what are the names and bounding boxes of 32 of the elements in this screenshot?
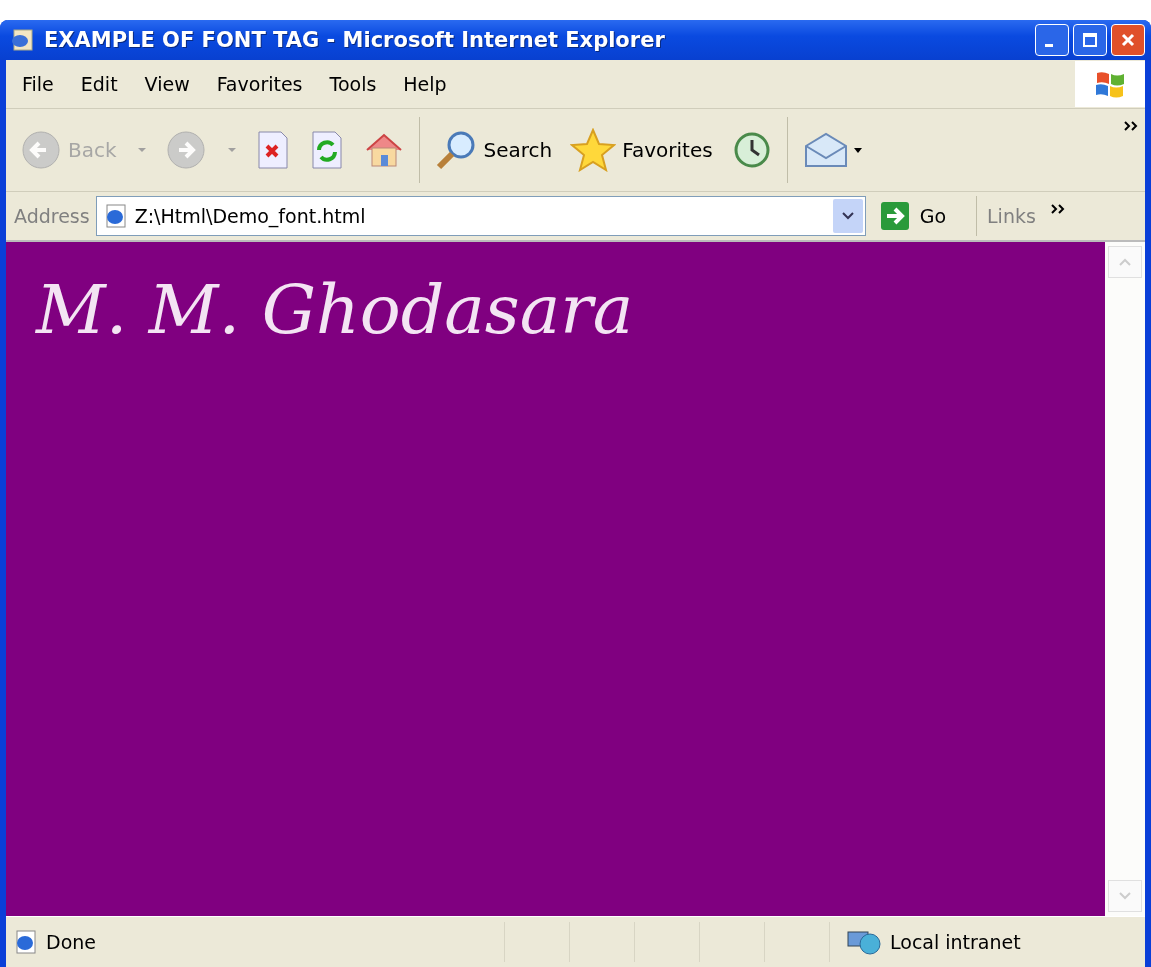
chevron-down-icon <box>841 211 854 221</box>
address-label: Address <box>14 205 90 227</box>
close-icon <box>1120 32 1136 48</box>
menu-item[interactable]: Edit <box>70 73 135 95</box>
zone-text: Local intranet <box>890 931 1021 953</box>
star-icon <box>570 128 617 172</box>
address-field[interactable]: Z:\Html\Demo_font.html <box>95 196 866 236</box>
maximize-icon <box>1082 32 1098 48</box>
window-title: EXAMPLE OF FONT TAG - Microsoft Internet Explorer <box>44 28 666 52</box>
menu-item[interactable]: View <box>134 73 207 95</box>
page-icon <box>14 930 38 954</box>
caret-icon <box>136 146 147 154</box>
menu-item[interactable]: Favorites <box>206 73 320 95</box>
search-button[interactable]: Search <box>427 127 559 173</box>
maximize-button[interactable] <box>1073 24 1107 56</box>
favorites-button[interactable]: Favorites <box>564 126 719 174</box>
chevron-up-icon <box>1118 257 1132 267</box>
close-button[interactable] <box>1111 24 1145 56</box>
chevron-down-icon <box>1118 891 1132 901</box>
minimize-icon <box>1045 43 1053 47</box>
status-text: Done <box>46 931 96 953</box>
minimize-button[interactable] <box>1035 24 1069 56</box>
menu-item[interactable]: Help <box>393 73 464 95</box>
menu-item[interactable]: Tools <box>319 73 394 95</box>
network-globe-icon <box>846 928 882 956</box>
caret-icon <box>226 146 237 154</box>
page-heading: M. M. Ghodasara <box>36 270 635 349</box>
dropdown-button[interactable] <box>832 199 863 233</box>
windows-flag-icon <box>1093 69 1127 99</box>
menu-item[interactable]: File <box>12 73 71 95</box>
go-button[interactable]: Go <box>871 201 955 231</box>
page-icon <box>10 28 36 52</box>
